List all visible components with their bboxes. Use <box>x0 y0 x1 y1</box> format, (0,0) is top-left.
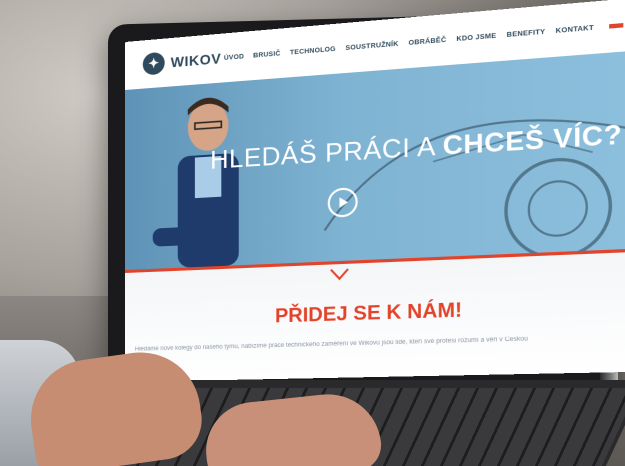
laptop-screen: ✦ WIKOV ÚVOD BRUSIČ TECHNOLOG SOUSTRUŽNÍ… <box>125 0 625 382</box>
nav-item-kontakt[interactable]: KONTAKT <box>556 24 594 35</box>
nav-item-kdo-jsme[interactable]: KDO JSME <box>456 32 496 43</box>
join-section: PŘIDEJ SE K NÁM! Hledáme nové kolegy do … <box>125 251 625 382</box>
join-heading: PŘIDEJ SE K NÁM! <box>275 299 463 328</box>
hero-banner: HLEDÁŠ PRÁCI A CHCEŠ VÍC? <box>125 50 625 271</box>
logo-text: WIKOV <box>170 49 222 71</box>
nav-item-uvod[interactable]: ÚVOD <box>224 53 244 62</box>
nav-item-soustruznik[interactable]: SOUSTRUŽNÍK <box>345 40 398 52</box>
nav-item-obrabec[interactable]: OBRÁBĚČ <box>408 36 446 47</box>
nav-item-benefity[interactable]: BENEFITY <box>507 28 546 39</box>
nav-item-technolog[interactable]: TECHNOLOG <box>290 45 336 56</box>
wikov-logo-icon: ✦ <box>142 51 165 76</box>
nav-item-brusic[interactable]: BRUSIČ <box>253 50 280 59</box>
chevron-down-icon[interactable] <box>330 268 349 281</box>
language-flag-icon[interactable] <box>609 23 624 29</box>
site-logo[interactable]: ✦ WIKOV <box>142 47 222 76</box>
man-in-suit-photo <box>152 96 239 268</box>
play-icon <box>339 196 349 208</box>
intro-paragraph: Hledáme nové kolegy do našeho týmu, nabí… <box>134 336 528 353</box>
